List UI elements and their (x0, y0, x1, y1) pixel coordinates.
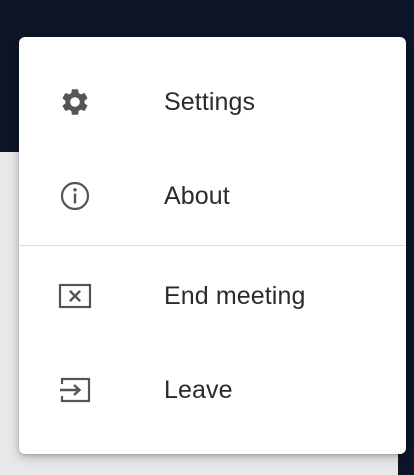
menu-item-leave[interactable]: Leave (19, 343, 406, 437)
options-menu: Settings About End meeting Leave (19, 37, 406, 454)
menu-divider (19, 245, 406, 246)
info-icon (55, 176, 95, 216)
menu-item-about[interactable]: About (19, 149, 406, 243)
gear-icon (55, 82, 95, 122)
menu-item-label: Leave (164, 375, 233, 404)
menu-item-label: End meeting (164, 281, 306, 310)
exit-icon (55, 370, 95, 410)
menu-item-settings[interactable]: Settings (19, 55, 406, 149)
menu-item-label: About (164, 181, 230, 210)
menu-item-end-meeting[interactable]: End meeting (19, 249, 406, 343)
close-box-icon (55, 276, 95, 316)
menu-item-label: Settings (164, 87, 256, 116)
